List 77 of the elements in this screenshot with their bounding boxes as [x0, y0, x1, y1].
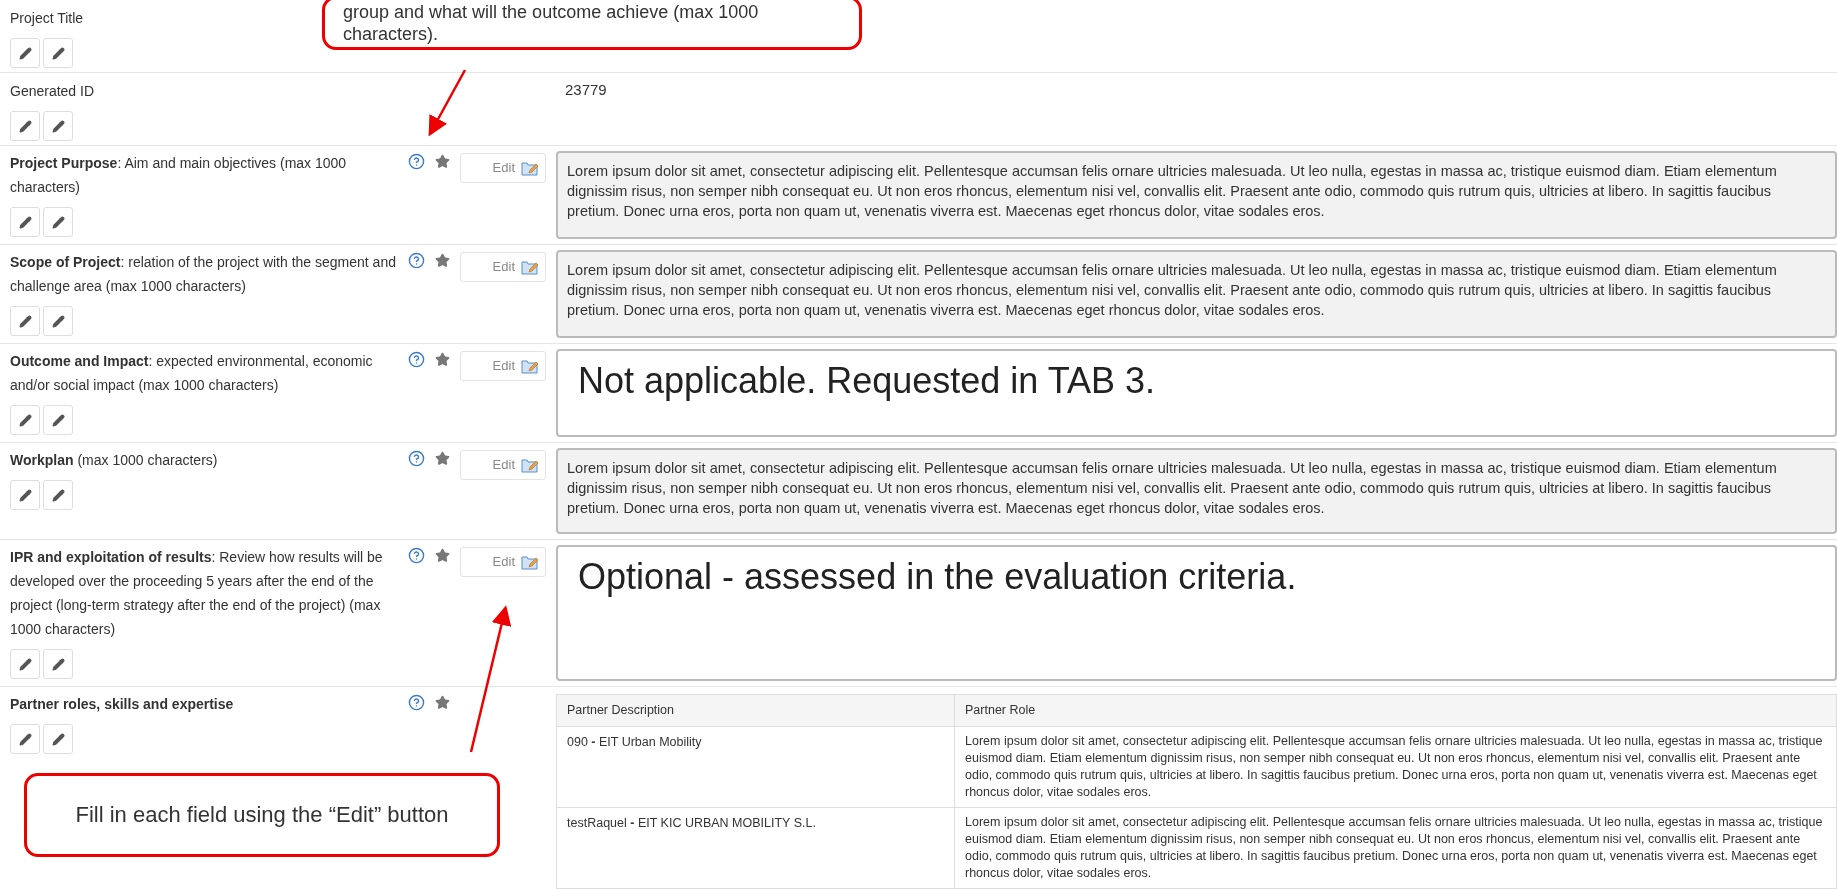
- edit-button[interactable]: Edit: [460, 450, 546, 480]
- star-icon[interactable]: [435, 548, 450, 563]
- pencil-icon: [18, 119, 32, 133]
- pencil-button[interactable]: [10, 480, 40, 510]
- pencil-button[interactable]: [10, 405, 40, 435]
- field-label: Project Title: [10, 10, 84, 26]
- text-area[interactable]: Optional - assessed in the evaluation criteria.: [556, 545, 1837, 681]
- help-icon[interactable]: [408, 450, 425, 467]
- pencil-button[interactable]: [43, 405, 73, 435]
- pencil-icon: [18, 413, 32, 427]
- pencil-icon: [18, 488, 32, 502]
- pencil-icon: [18, 314, 32, 328]
- help-icon[interactable]: [408, 351, 425, 368]
- pencil-icon: [18, 46, 32, 60]
- field-label: Project Purpose: Aim and main objectives (max 1000 characters): [10, 155, 347, 195]
- pencil-button[interactable]: [43, 38, 73, 68]
- help-icon[interactable]: [408, 252, 425, 269]
- callout: Fill in each field using the “Edit” button: [24, 773, 500, 857]
- pencil-button[interactable]: [43, 111, 73, 141]
- text-area[interactable]: Lorem ipsum dolor sit amet, consectetur adipiscing elit. Pellentesque accumsan felis ornare ultricies malesuada. Ut leo nulla, egestas in massa ac, tristique euismod diam. Etiam elementum dignissim risus, non semper nibh consequat eu. Ut non eros rhoncus, elementum nisi vel, convallis elit. Praesent ante odio, commodo quis rutrum quis, ultricies at libero. In sagittis faucibus pretium. Donec urna eros, porta non quam ut, venenatis viverra est. Maecenas eget rhoncus dolor, vitae sodales eros.: [556, 250, 1837, 338]
- folder-pencil-icon: [521, 358, 539, 374]
- pencil-icon: [51, 657, 65, 671]
- folder-pencil-icon: [521, 554, 539, 570]
- star-icon[interactable]: [435, 154, 450, 169]
- field-label: Scope of Project: relation of the project with the segment and challenge area (max 1000 characters): [10, 254, 396, 294]
- pencil-icon: [18, 215, 32, 229]
- pencil-button[interactable]: [43, 480, 73, 510]
- pencil-button[interactable]: [43, 306, 73, 336]
- field-label: Outcome and Impact: expected environmental, economic and/or social impact (max 1000 characters): [10, 353, 373, 393]
- column-header: Partner Role: [954, 695, 1836, 726]
- pencil-button[interactable]: [10, 111, 40, 141]
- pencil-button[interactable]: [43, 724, 73, 754]
- help-icon[interactable]: [408, 547, 425, 564]
- pencil-button[interactable]: [43, 649, 73, 679]
- help-icon[interactable]: [408, 694, 425, 711]
- callout: group and what will the outcome achieve (max 1000 characters).: [322, 0, 862, 50]
- arrow: [428, 69, 467, 137]
- edit-button[interactable]: Edit: [460, 153, 546, 183]
- pencil-icon: [51, 215, 65, 229]
- field-label: Generated ID: [10, 83, 95, 99]
- edit-button[interactable]: Edit: [460, 547, 546, 577]
- pencil-icon: [51, 413, 65, 427]
- field-label: IPR and exploitation of results: Review how results will be developed over the proceeding 5 years after the end of the project (long-term strategy after the end of the project) (max 1000 characters): [10, 549, 383, 637]
- field-value: 23779: [565, 80, 607, 99]
- pencil-icon: [18, 657, 32, 671]
- table-cell: 090 - EIT Urban Mobility: [567, 735, 702, 749]
- pencil-icon: [51, 488, 65, 502]
- pencil-button[interactable]: [10, 38, 40, 68]
- pencil-icon: [51, 732, 65, 746]
- field-label: Partner roles, skills and expertise: [10, 696, 234, 712]
- table-cell: Lorem ipsum dolor sit amet, consectetur adipiscing elit. Pellentesque accumsan felis ornare ultricies malesuada. Ut leo nulla, egestas in massa ac, tristique euismod diam. Etiam elementum dignissim risus, non semper nibh consequat eu. Ut non eros rhoncus, elementum nisi vel, convallis elit. Praesent ante odio, commodo quis rutrum quis, ultricies at libero. In sagittis faucibus pretium. Donec urna eros, porta non quam ut, venenatis viverra est. Maecenas eget rhoncus dolor, vitae sodales eros.: [965, 734, 1823, 799]
- pencil-icon: [18, 732, 32, 746]
- pencil-icon: [51, 46, 65, 60]
- star-icon[interactable]: [435, 253, 450, 268]
- pencil-button[interactable]: [10, 649, 40, 679]
- field-label: Workplan (max 1000 characters): [10, 452, 218, 468]
- folder-pencil-icon: [521, 160, 539, 176]
- star-icon[interactable]: [435, 695, 450, 710]
- pencil-button[interactable]: [10, 306, 40, 336]
- pencil-icon: [51, 119, 65, 133]
- text-area[interactable]: Lorem ipsum dolor sit amet, consectetur adipiscing elit. Pellentesque accumsan felis ornare ultricies malesuada. Ut leo nulla, egestas in massa ac, tristique euismod diam. Etiam elementum dignissim risus, non semper nibh consequat eu. Ut non eros rhoncus, elementum nisi vel, convallis elit. Praesent ante odio, commodo quis rutrum quis, ultricies at libero. In sagittis faucibus pretium. Donec urna eros, porta non quam ut, venenatis viverra est. Maecenas eget rhoncus dolor, vitae sodales eros.: [556, 151, 1837, 239]
- edit-button[interactable]: Edit: [460, 351, 546, 381]
- column-header: Partner Description: [566, 702, 675, 719]
- edit-button[interactable]: Edit: [460, 252, 546, 282]
- help-icon[interactable]: [408, 153, 425, 170]
- pencil-button[interactable]: [10, 207, 40, 237]
- pencil-button[interactable]: [43, 207, 73, 237]
- star-icon[interactable]: [435, 451, 450, 466]
- text-area[interactable]: Not applicable. Requested in TAB 3.: [556, 349, 1837, 437]
- table-cell: testRaquel - EIT KIC URBAN MOBILITY S.L.: [567, 816, 816, 830]
- table-cell: Lorem ipsum dolor sit amet, consectetur adipiscing elit. Pellentesque accumsan felis ornare ultricies malesuada. Ut leo nulla, egestas in massa ac, tristique euismod diam. Etiam elementum dignissim risus, non semper nibh consequat eu. Ut non eros rhoncus, elementum nisi vel, convallis elit. Praesent ante odio, commodo quis rutrum quis, ultricies at libero. In sagittis faucibus pretium. Donec urna eros, porta non quam ut, venenatis viverra est. Maecenas eget rhoncus dolor, vitae sodales eros.: [965, 815, 1823, 880]
- text-area[interactable]: Lorem ipsum dolor sit amet, consectetur adipiscing elit. Pellentesque accumsan felis ornare ultricies malesuada. Ut leo nulla, egestas in massa ac, tristique euismod diam. Etiam elementum dignissim risus, non semper nibh consequat eu. Ut non eros rhoncus, elementum nisi vel, convallis elit. Praesent ante odio, commodo quis rutrum quis, ultricies at libero. In sagittis faucibus pretium. Donec urna eros, porta non quam ut, venenatis viverra est. Maecenas eget rhoncus dolor, vitae sodales eros.: [556, 448, 1837, 534]
- folder-pencil-icon: [521, 259, 539, 275]
- pencil-icon: [51, 314, 65, 328]
- folder-pencil-icon: [521, 457, 539, 473]
- star-icon[interactable]: [435, 352, 450, 367]
- pencil-button[interactable]: [10, 724, 40, 754]
